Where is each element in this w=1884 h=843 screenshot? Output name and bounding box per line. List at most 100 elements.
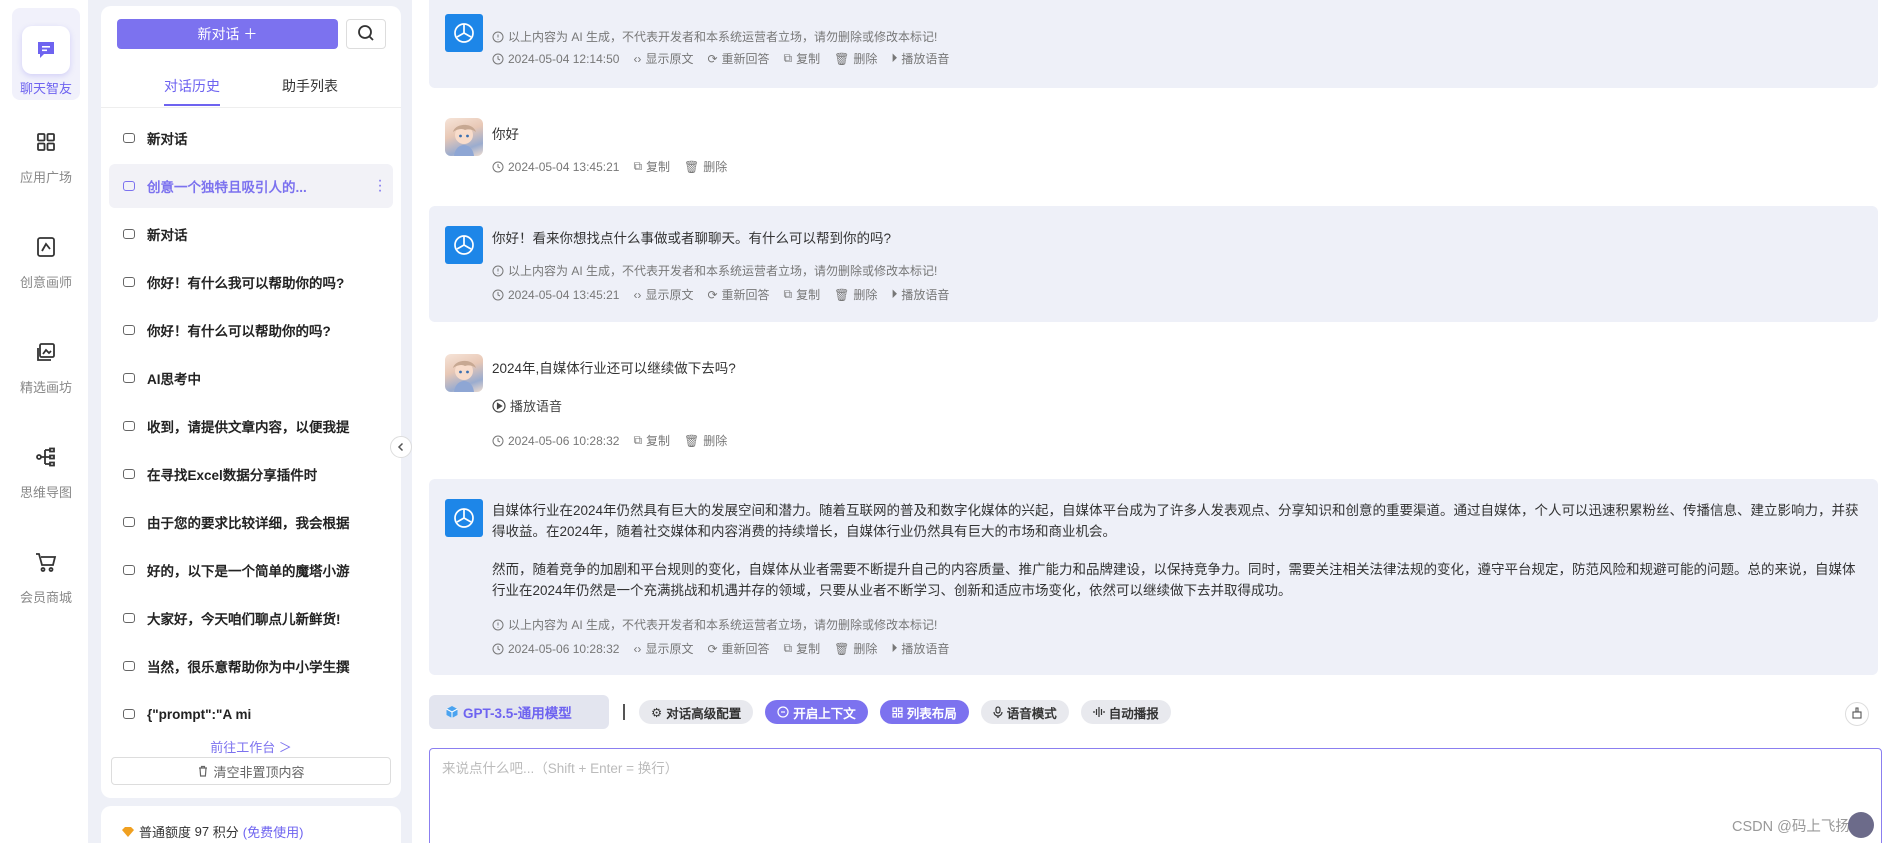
rail-item-mindmap[interactable]: 思维导图 xyxy=(12,420,80,512)
delete-button[interactable]: 🗑︎ 删除 xyxy=(834,286,877,303)
chat-main: 以上内容为 AI 生成，不代表开发者和本系统运营者立场，请勿删除或修改本标记! … xyxy=(412,0,1884,843)
history-item[interactable]: 收到，请提供文章内容，以便我提 xyxy=(109,404,393,448)
show-original-button[interactable]: ‹› 显示原文 xyxy=(633,640,693,657)
history-item[interactable]: {"prompt":"A mi xyxy=(109,692,393,736)
rail-label: 思维导图 xyxy=(19,485,72,500)
timestamp-text: 2024-05-04 13:45:21 xyxy=(508,159,620,174)
chat-bubble-icon xyxy=(123,709,135,719)
user-message: 2024年,自媒体行业还可以继续做下去吗? 播放语音 2024-05-06 10… xyxy=(429,340,1878,456)
history-item[interactable]: 当然，很乐意帮助你为中小学生撰 xyxy=(109,644,393,688)
history-item[interactable]: 在寻找Excel数据分享插件时 xyxy=(109,452,393,496)
delete-button[interactable]: 🗑︎ 删除 xyxy=(684,158,727,175)
voice-mode-button[interactable]: 语音模式 xyxy=(980,700,1069,724)
new-chat-button[interactable]: 新对话 ＋ xyxy=(117,19,338,49)
history-item[interactable]: 由于您的要求比较详细，我会根据 xyxy=(109,500,393,544)
mindmap-icon xyxy=(31,442,61,472)
timestamp-text: 2024-05-06 10:28:32 xyxy=(508,641,620,656)
timestamp-text: 2024-05-06 10:28:32 xyxy=(508,433,620,448)
more-options-icon[interactable]: · · · xyxy=(377,173,383,199)
watermark-avatar xyxy=(1848,812,1874,838)
delete-button[interactable]: 🗑︎ 删除 xyxy=(834,640,877,657)
play-audio-button[interactable]: 播放语音 xyxy=(492,396,562,415)
ai-message-paragraph: 然而，随着竞争的加剧和平台规则的变化，自媒体从业者需要不断提升自己的内容质量、推… xyxy=(492,562,1856,598)
tab-history[interactable]: 对话历史 xyxy=(164,76,220,96)
toolbar-divider xyxy=(623,704,625,720)
message-meta: 2024-05-04 13:45:21 ⧉ 复制 🗑︎ 删除 xyxy=(492,158,727,175)
rail-item-gallery[interactable]: 精选画坊 xyxy=(12,315,80,407)
timestamp-text: 2024-05-04 12:14:50 xyxy=(508,51,620,66)
list-layout-button[interactable]: 列表布局 xyxy=(879,700,969,724)
chat-bubble-icon xyxy=(123,277,135,287)
copy-button[interactable]: ⧉ 复制 xyxy=(784,640,821,657)
chat-bubble-icon xyxy=(123,325,135,335)
history-item-label: 新对话 xyxy=(147,228,188,243)
chevron-left-icon xyxy=(396,439,406,455)
user-message-text: 2024年,自媒体行业还可以继续做下去吗? xyxy=(492,361,736,376)
quota-panel: 普通额度 97 积分 (免费使用) xyxy=(101,806,401,843)
search-button[interactable] xyxy=(346,19,386,49)
advanced-config-button[interactable]: ⚙ 对话高级配置 xyxy=(639,700,754,724)
play-icon: ⏵ xyxy=(891,51,898,65)
regenerate-button[interactable]: ⟳ 重新回答 xyxy=(707,286,769,303)
sidebar-tabs: 对话历史 助手列表 xyxy=(101,64,401,108)
quota-label: 普通额度 xyxy=(139,825,192,840)
rail-item-painter[interactable]: 创意画师 xyxy=(12,210,80,302)
play-audio-label: 播放语音 xyxy=(901,642,950,656)
ai-message: 以上内容为 AI 生成，不代表开发者和本系统运营者立场，请勿删除或修改本标记! … xyxy=(429,0,1878,88)
quota-unit: 积分 xyxy=(212,825,239,840)
copy-button[interactable]: ⧉ 复制 xyxy=(784,50,821,67)
regenerate-button[interactable]: ⟳ 重新回答 xyxy=(707,640,769,657)
delete-button[interactable]: 🗑︎ 删除 xyxy=(684,432,727,449)
rail-label: 精选画坊 xyxy=(19,380,72,395)
history-item[interactable]: 大家好，今天咱们聊点儿新鲜货! xyxy=(109,596,393,640)
history-item[interactable]: 新对话 xyxy=(109,116,393,160)
regenerate-label: 重新回答 xyxy=(721,288,770,302)
gear-icon: ⚙ xyxy=(651,705,663,720)
context-toggle-button[interactable]: 开启上下文 xyxy=(765,700,868,724)
show-original-button[interactable]: ‹› 显示原文 xyxy=(633,286,693,303)
delete-label: 删除 xyxy=(703,160,728,174)
history-item[interactable]: 你好！有什么可以帮助你的吗? xyxy=(109,308,393,352)
history-item-active[interactable]: 创意一个独特且吸引人的... · · · xyxy=(109,164,393,208)
history-item-label: 你好！有什么我可以帮助你的吗? xyxy=(147,276,345,291)
ai-disclaimer: 以上内容为 AI 生成，不代表开发者和本系统运营者立场，请勿删除或修改本标记! xyxy=(492,28,937,45)
auto-broadcast-button[interactable]: 自动播报 xyxy=(1080,700,1171,724)
delete-label: 删除 xyxy=(853,288,878,302)
play-audio-label: 播放语音 xyxy=(901,288,950,302)
trash-icon: 🗑︎ xyxy=(684,159,700,174)
collapse-sidebar-button[interactable] xyxy=(390,436,412,458)
message-input[interactable] xyxy=(429,748,1882,843)
rail-label: 会员商城 xyxy=(19,590,72,605)
code-icon: ‹› xyxy=(633,287,642,302)
history-item[interactable]: 新对话 xyxy=(109,212,393,256)
show-original-button[interactable]: ‹› 显示原文 xyxy=(633,50,693,67)
model-selector[interactable]: GPT-3.5-通用模型 xyxy=(429,695,609,729)
timestamp: 2024-05-06 10:28:32 xyxy=(492,642,619,656)
info-icon xyxy=(492,265,504,277)
rail-item-chat[interactable]: 聊天智友 xyxy=(12,8,80,100)
copy-button[interactable]: ⧉ 复制 xyxy=(633,158,670,175)
free-use-link[interactable]: (免费使用) xyxy=(243,822,304,841)
copy-button[interactable]: ⧉ 复制 xyxy=(784,286,821,303)
chat-bubble-icon xyxy=(123,373,135,383)
copy-button[interactable]: ⧉ 复制 xyxy=(633,432,670,449)
voice-mode-label: 语音模式 xyxy=(1006,706,1057,721)
chat-circle-icon xyxy=(777,706,789,718)
history-item[interactable]: 你好！有什么我可以帮助你的吗? xyxy=(109,260,393,304)
delete-button[interactable]: 🗑︎ 删除 xyxy=(834,50,877,67)
clear-history-button[interactable]: 清空非置顶内容 xyxy=(111,757,391,785)
rail-item-apps[interactable]: 应用广场 xyxy=(12,105,80,197)
play-audio-button[interactable]: ⏵ 播放语音 xyxy=(891,50,949,67)
rail-item-store[interactable]: 会员商城 xyxy=(12,525,80,617)
soundwave-icon xyxy=(1093,707,1105,717)
history-item-label: 大家好，今天咱们聊点儿新鲜货! xyxy=(147,612,341,627)
history-item[interactable]: 好的，以下是一个简单的魔塔小游 xyxy=(109,548,393,592)
regenerate-button[interactable]: ⟳ 重新回答 xyxy=(707,50,769,67)
play-audio-button[interactable]: ⏵ 播放语音 xyxy=(891,640,949,657)
goto-workbench-link[interactable]: 前往工作台 ＞ xyxy=(101,737,401,756)
tab-assistants[interactable]: 助手列表 xyxy=(282,76,338,96)
timestamp: 2024-05-04 13:45:21 xyxy=(492,288,619,302)
clear-chat-button[interactable] xyxy=(1845,702,1869,726)
history-item[interactable]: AI思考中 xyxy=(109,356,393,400)
play-audio-button[interactable]: ⏵ 播放语音 xyxy=(891,286,949,303)
